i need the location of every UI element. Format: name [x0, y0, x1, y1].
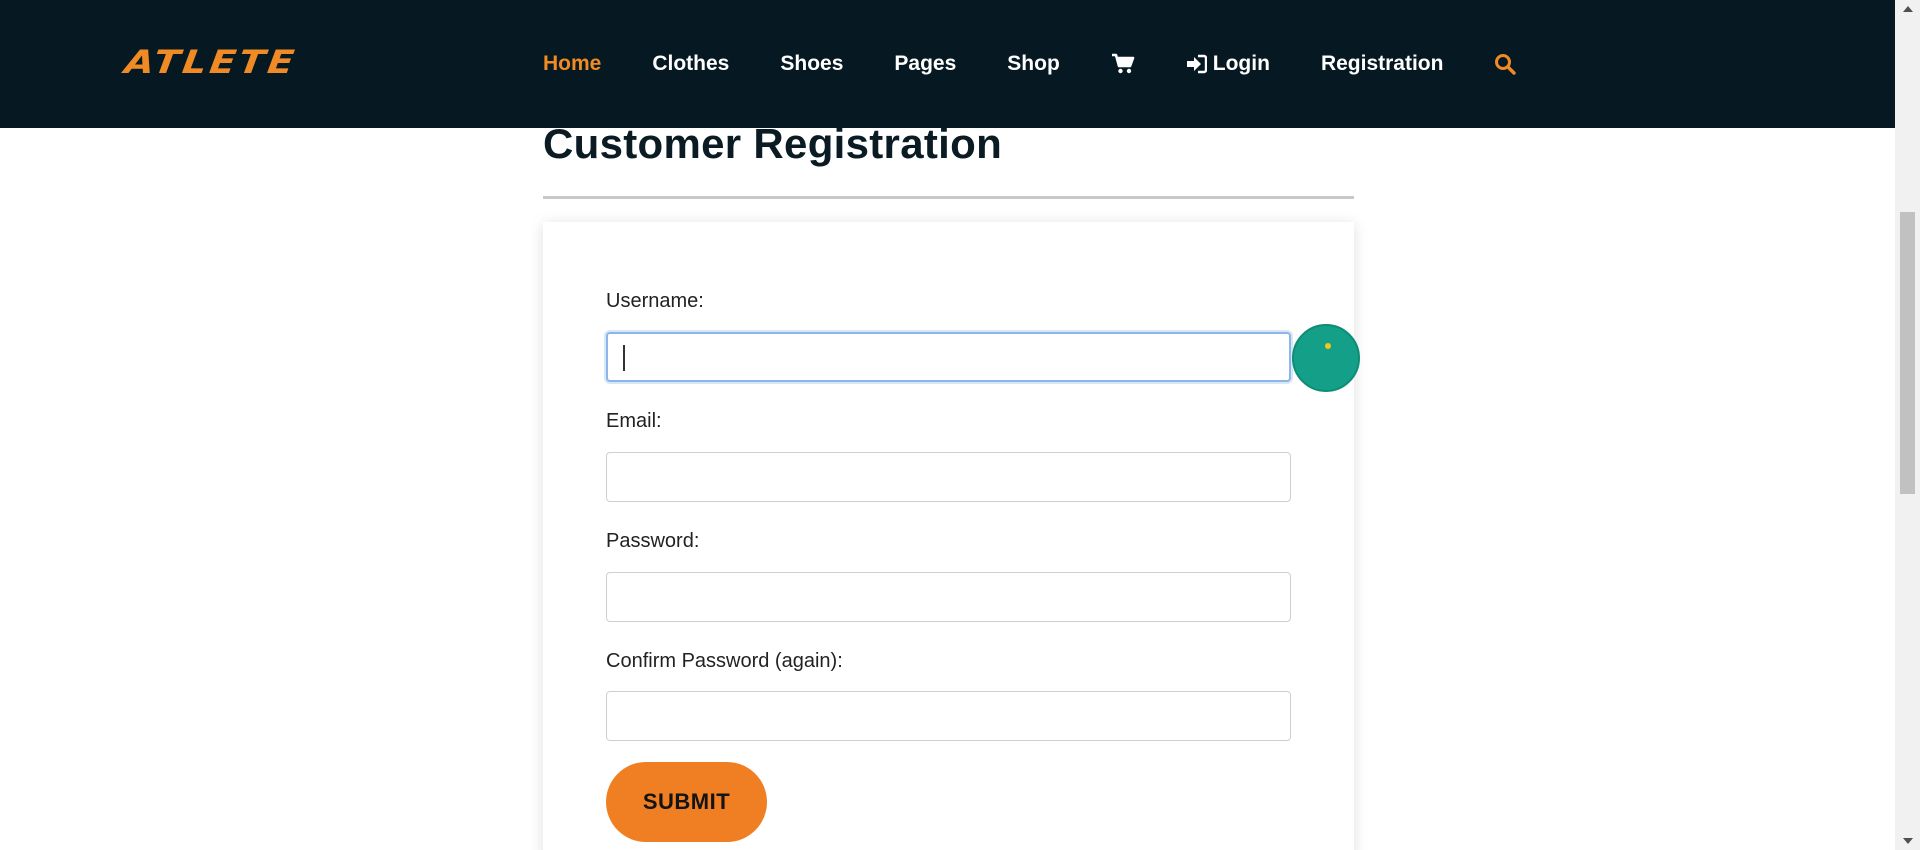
- site-header: ATLETE Home Clothes Shoes Pages Shop Log…: [0, 0, 1895, 128]
- registration-page: ATLETE Home Clothes Shoes Pages Shop Log…: [0, 0, 1920, 850]
- scroll-thumb[interactable]: [1900, 212, 1915, 494]
- text-caret: [623, 345, 625, 371]
- nav-home[interactable]: Home: [543, 52, 601, 76]
- title-divider: [543, 196, 1354, 199]
- nav-login-label: Login: [1212, 52, 1270, 75]
- password-label: Password:: [606, 530, 700, 552]
- nav-cart[interactable]: [1111, 53, 1135, 75]
- search-icon: [1494, 53, 1517, 75]
- cart-icon: [1111, 53, 1135, 75]
- pointer-cursor-indicator: [1292, 324, 1360, 392]
- nav-clothes[interactable]: Clothes: [652, 52, 729, 76]
- page-title: Customer Registration: [543, 120, 1003, 167]
- nav-shop[interactable]: Shop: [1007, 52, 1060, 76]
- nav-pages[interactable]: Pages: [894, 52, 956, 76]
- username-input[interactable]: [606, 332, 1291, 382]
- nav-shoes[interactable]: Shoes: [780, 52, 843, 76]
- password-input[interactable]: [606, 572, 1291, 622]
- logo-text: ATLETE: [122, 43, 300, 81]
- email-label: Email:: [606, 410, 662, 432]
- username-label: Username:: [606, 290, 704, 312]
- nav-registration[interactable]: Registration: [1321, 52, 1444, 76]
- main-nav: Home Clothes Shoes Pages Shop Login Regi…: [543, 0, 1517, 128]
- scroll-up-arrow-icon[interactable]: [1903, 6, 1913, 12]
- nav-search[interactable]: [1494, 53, 1517, 75]
- pointer-cursor-dot: [1325, 343, 1331, 349]
- atlete-logo[interactable]: ATLETE: [122, 43, 300, 81]
- nav-login[interactable]: Login: [1186, 52, 1270, 76]
- email-input[interactable]: [606, 452, 1291, 502]
- confirm-password-input[interactable]: [606, 691, 1291, 741]
- vertical-scrollbar[interactable]: [1895, 0, 1920, 850]
- submit-button[interactable]: SUBMIT: [606, 762, 767, 842]
- confirm-password-label: Confirm Password (again):: [606, 650, 843, 672]
- scroll-down-arrow-icon[interactable]: [1903, 838, 1913, 844]
- sign-in-icon: [1186, 54, 1207, 74]
